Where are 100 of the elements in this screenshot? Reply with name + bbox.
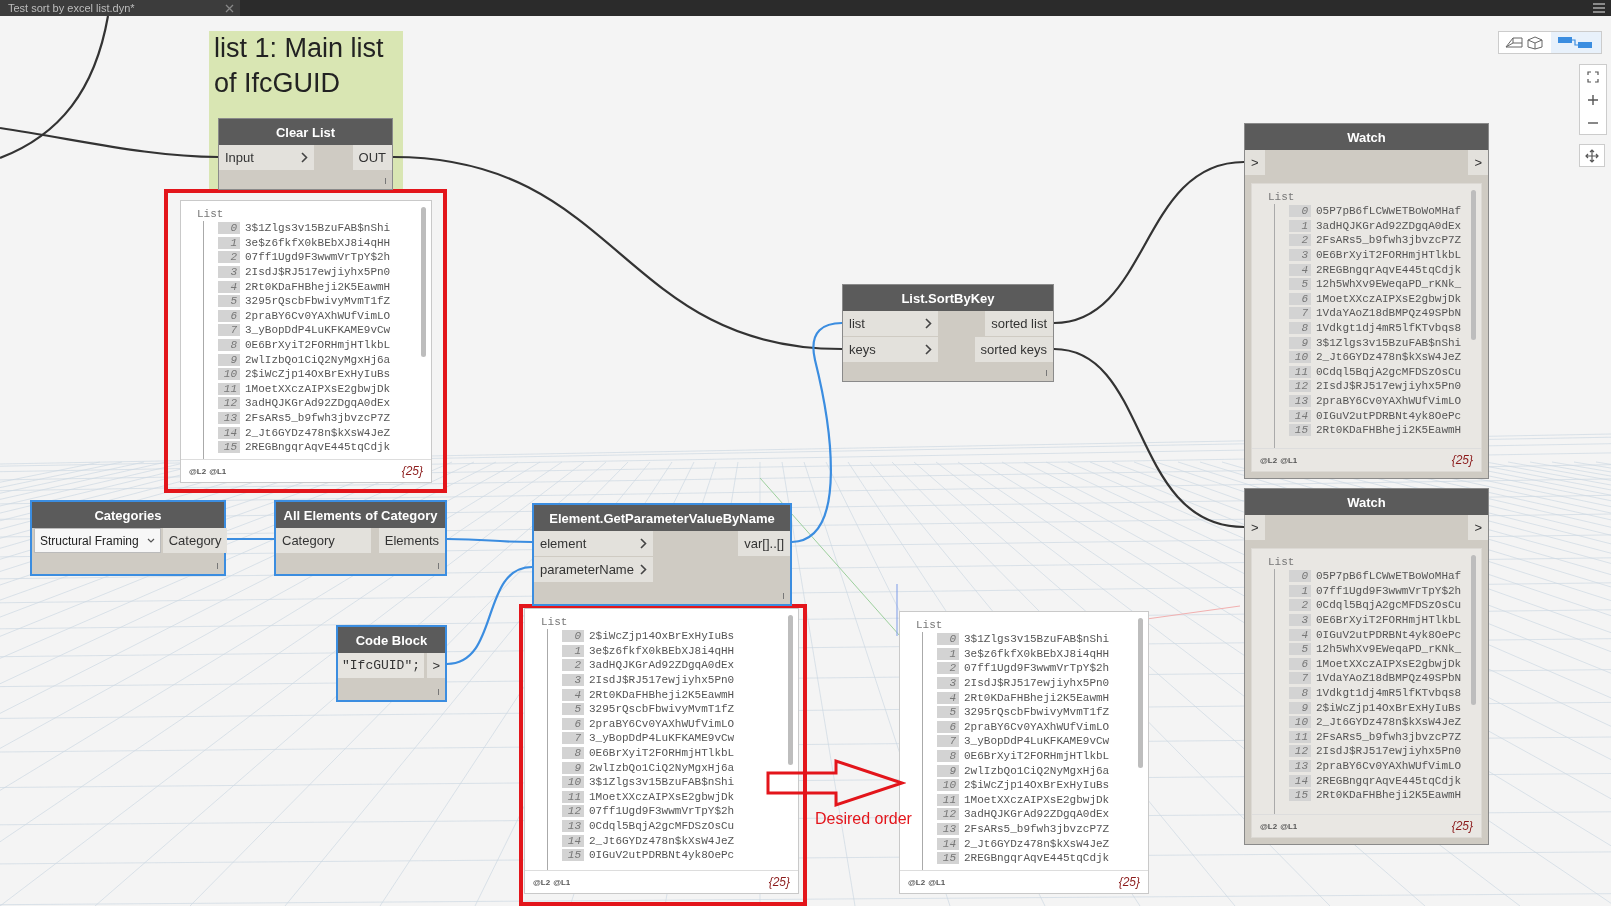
list-value: 1VdaYAoZ18dBMPQz49SPbN	[1316, 307, 1462, 320]
index-label: 14	[937, 837, 959, 850]
input-port[interactable]: >	[1245, 515, 1265, 540]
document-tab[interactable]: Test sort by excel list.dyn*	[0, 0, 240, 16]
node-card[interactable]	[1244, 123, 1489, 479]
chevron-icon	[639, 538, 647, 549]
level-label: @L1	[209, 466, 227, 476]
fit-icon	[1587, 70, 1599, 83]
list-value: 2praBY6Cv0YAXhWUfVimLO	[245, 309, 391, 322]
scrollbar[interactable]	[788, 615, 793, 765]
list-value: 2_Jt6GYDz478n$kXsW4JeZ	[1316, 716, 1462, 729]
chevron-icon	[925, 318, 932, 329]
input-port[interactable]: element	[534, 531, 653, 556]
index-label: 4	[1289, 628, 1311, 641]
output-port[interactable]: Elements	[378, 528, 445, 553]
scrollbar[interactable]	[1138, 618, 1143, 768]
input-port[interactable]: Input	[219, 145, 314, 170]
input-port[interactable]: keys	[843, 337, 938, 362]
index-label: 14	[1289, 409, 1311, 422]
item-count: {25}	[1451, 453, 1473, 467]
close-icon[interactable]	[225, 3, 234, 13]
index-label: 2	[937, 662, 959, 675]
index-label: 3	[937, 677, 959, 690]
node-card[interactable]: Code Block "IfcGUID"; >	[336, 625, 447, 702]
index-label: 2	[218, 251, 240, 264]
index-label: 7	[1289, 307, 1311, 320]
category-dropdown[interactable]: Structural Framing	[34, 528, 161, 553]
list-value: 3adHQJKGrAd92ZDgqA0dEx	[1316, 219, 1462, 232]
menu-icon[interactable]	[1593, 3, 1605, 13]
scrollbar[interactable]	[1471, 190, 1476, 340]
list-value: 2Rt0KDaFHBheji2K5EawmH	[245, 280, 391, 293]
index-label: 5	[937, 706, 959, 719]
index-label: 13	[218, 412, 240, 424]
list-value: 3e$z6fkfX0kBEbXJ8i4qHH	[964, 647, 1110, 660]
list-label: List	[197, 207, 225, 221]
list-value: 2FsARs5_b9fwh3jbvzcP7Z	[245, 412, 391, 424]
list-value: 1Vdkgt1dj4mR5lfKTvbqs8	[1316, 322, 1462, 335]
index-label: 10	[1289, 716, 1311, 729]
output-port[interactable]: >	[1468, 150, 1488, 175]
list-value: 2praBY6Cv0YAXhWUfVimLO	[589, 717, 735, 730]
node-card[interactable]: Element.GetParameterValueByName element parameterName var[]..[]	[532, 503, 792, 606]
input-port[interactable]: list	[843, 311, 938, 336]
node-card[interactable]: All Elements of Category Category Elements	[274, 500, 447, 576]
index-label: 11	[218, 382, 240, 395]
output-port[interactable]: sorted keys	[974, 337, 1053, 362]
output-port[interactable]: Category	[162, 528, 228, 553]
node-card[interactable]: Categories Structural Framing Category	[30, 500, 226, 576]
index-label: 4	[937, 691, 959, 704]
index-label: 4	[218, 280, 240, 293]
index-label: 3	[1289, 614, 1311, 627]
code-field[interactable]: "IfcGUID";	[338, 653, 424, 678]
index-label: 0	[937, 633, 959, 646]
scrollbar[interactable]	[1471, 555, 1476, 705]
output-port[interactable]: var[]..[]	[738, 531, 790, 556]
list-value: 2Rt0KDaFHBheji2K5EawmH	[589, 688, 735, 701]
graph-view-button[interactable]	[1551, 32, 1601, 53]
index-label: 8	[1289, 322, 1311, 335]
wire	[226, 537, 274, 541]
list-value: 3adHQJKGrAd92ZDgqA0dEx	[245, 397, 391, 410]
index-label: 9	[1289, 701, 1311, 714]
list-value: 3_yBopDdP4LuKFKAME9vCw	[589, 732, 735, 745]
index-label: 13	[562, 820, 584, 832]
node-title: List.SortByKey	[843, 285, 1053, 311]
input-port[interactable]: Category	[276, 528, 371, 553]
index-label: 9	[937, 764, 959, 777]
pan-button[interactable]	[1579, 144, 1605, 167]
level-label: @L1	[1280, 821, 1298, 831]
output-port[interactable]: >	[1468, 515, 1488, 540]
group-title[interactable]: list 1: Main list of IfcGUID	[209, 31, 407, 101]
move-icon	[1585, 148, 1599, 163]
item-count: {25}	[1451, 819, 1473, 833]
node-card[interactable]: Clear List Input OUT	[218, 118, 393, 190]
index-label: 8	[562, 747, 584, 760]
scrollbar[interactable]	[421, 207, 426, 357]
node-card[interactable]	[1244, 488, 1489, 845]
input-port[interactable]: >	[1245, 150, 1265, 175]
list-value: 3$1Zlgs3v15BzuFAB$nShi	[245, 222, 391, 235]
list-value: 3295rQscbFbwivyMvmT1fZ	[245, 295, 391, 308]
output-port[interactable]: >	[427, 653, 445, 678]
caret-icon	[146, 538, 155, 543]
index-label: 1	[1289, 219, 1311, 232]
index-label: 10	[562, 776, 584, 789]
list-value: 3_yBopDdP4LuKFKAME9vCw	[245, 324, 391, 337]
list-value: 0E6BrXyiT2FORHmjHTlkbL	[1316, 614, 1462, 627]
chevron-icon	[925, 344, 932, 355]
node-title: Element.GetParameterValueByName	[534, 505, 790, 531]
node-card[interactable]: List.SortByKey list keys sorted list sorted keys	[842, 284, 1054, 382]
cube-icon	[1504, 35, 1544, 50]
index-label: 2	[562, 659, 584, 672]
index-label: 8	[1289, 687, 1311, 700]
output-port[interactable]: sorted list	[985, 311, 1053, 336]
list-value: 2_Jt6GYDz478n$kXsW4JeZ	[589, 834, 735, 847]
list-value: 0E6BrXyiT2FORHmjHTlkbL	[964, 750, 1110, 763]
input-port[interactable]: parameterName	[534, 557, 653, 582]
output-port[interactable]: OUT	[352, 145, 392, 170]
level-label: @L1	[928, 877, 946, 887]
list-value: 0IGuV2utPDRBNt4yk8OePc	[589, 849, 735, 862]
index-label: 8	[937, 750, 959, 763]
index-label: 15	[1289, 789, 1311, 802]
list-value: 3$1Zlgs3v15BzuFAB$nShi	[964, 633, 1110, 646]
